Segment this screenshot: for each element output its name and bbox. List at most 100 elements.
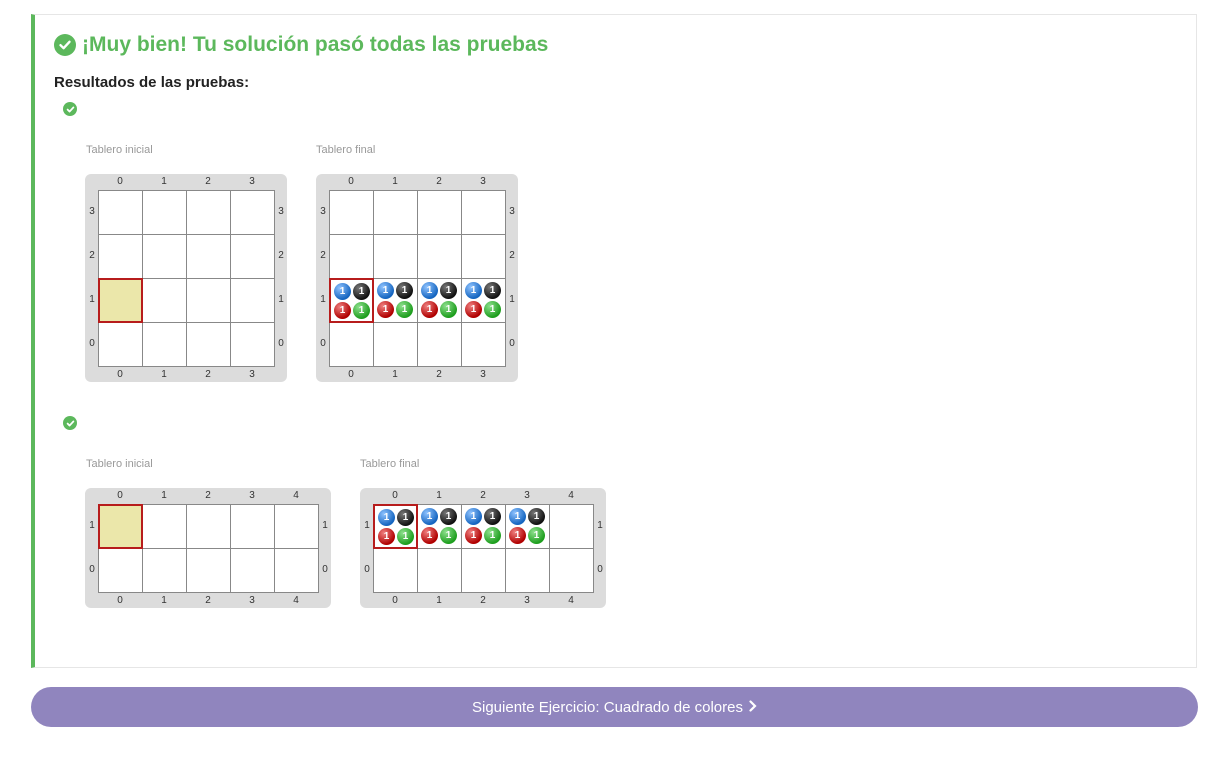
col-coordinate: 0 bbox=[392, 595, 398, 606]
board-cell bbox=[231, 191, 275, 235]
col-coordinate: 0 bbox=[117, 595, 123, 606]
board-cell bbox=[550, 505, 594, 549]
col-coordinate: 4 bbox=[293, 595, 299, 606]
col-coordinate: 0 bbox=[348, 369, 354, 380]
col-coordinate: 0 bbox=[117, 369, 123, 380]
red-ball: 1 bbox=[334, 302, 351, 319]
board-cell bbox=[418, 323, 462, 367]
green-ball: 1 bbox=[484, 301, 501, 318]
board-cell: 1111 bbox=[462, 279, 506, 323]
green-ball: 1 bbox=[440, 301, 457, 318]
row-coordinate: 0 bbox=[320, 338, 326, 349]
row-coordinate: 2 bbox=[320, 250, 326, 261]
check-circle-icon bbox=[54, 34, 76, 56]
board-cell bbox=[231, 549, 275, 593]
board-cell bbox=[143, 279, 187, 323]
row-coordinate: 3 bbox=[278, 206, 284, 217]
row-coordinate: 3 bbox=[509, 206, 515, 217]
black-ball: 1 bbox=[440, 282, 457, 299]
test-2-initial-board: 0 0 1 1 2 2 3 3 4 4 1 1 0 0 bbox=[85, 488, 331, 608]
board-cell bbox=[187, 549, 231, 593]
next-exercise-label: Siguiente Ejercicio: Cuadrado de colores bbox=[472, 698, 743, 716]
col-coordinate: 3 bbox=[480, 176, 486, 187]
board-cell bbox=[143, 235, 187, 279]
row-coordinate: 0 bbox=[278, 338, 284, 349]
red-ball: 1 bbox=[377, 301, 394, 318]
col-coordinate: 0 bbox=[348, 176, 354, 187]
board-cell bbox=[418, 235, 462, 279]
row-coordinate: 0 bbox=[322, 564, 328, 575]
test-2-initial-label: Tablero inicial bbox=[86, 458, 153, 470]
board-cell bbox=[231, 505, 275, 549]
blue-ball: 1 bbox=[334, 283, 351, 300]
board-cell bbox=[231, 323, 275, 367]
blue-ball: 1 bbox=[465, 508, 482, 525]
board-head-cell: 1111 bbox=[373, 504, 418, 549]
col-coordinate: 4 bbox=[568, 595, 574, 606]
test-1-final-label: Tablero final bbox=[316, 144, 376, 156]
green-ball: 1 bbox=[440, 527, 457, 544]
col-coordinate: 1 bbox=[161, 490, 167, 501]
board-cell bbox=[143, 549, 187, 593]
row-coordinate: 3 bbox=[89, 206, 95, 217]
col-coordinate: 0 bbox=[117, 490, 123, 501]
board-head-cell bbox=[98, 278, 143, 323]
col-coordinate: 3 bbox=[524, 490, 530, 501]
blue-ball: 1 bbox=[421, 508, 438, 525]
board-cell bbox=[330, 235, 374, 279]
col-coordinate: 2 bbox=[205, 490, 211, 501]
green-ball: 1 bbox=[396, 301, 413, 318]
col-coordinate: 2 bbox=[205, 176, 211, 187]
board-head-cell bbox=[98, 504, 143, 549]
results-subtitle: Resultados de las pruebas: bbox=[54, 74, 250, 91]
row-coordinate: 3 bbox=[320, 206, 326, 217]
board-grid bbox=[98, 190, 275, 367]
board-head-cell: 1111 bbox=[329, 278, 374, 323]
col-coordinate: 1 bbox=[161, 369, 167, 380]
blue-ball: 1 bbox=[421, 282, 438, 299]
row-coordinate: 0 bbox=[509, 338, 515, 349]
test-1-initial-label: Tablero inicial bbox=[86, 144, 153, 156]
row-coordinate: 1 bbox=[364, 520, 370, 531]
row-coordinate: 2 bbox=[89, 250, 95, 261]
green-ball: 1 bbox=[484, 527, 501, 544]
board-cell bbox=[231, 235, 275, 279]
board-cell bbox=[143, 505, 187, 549]
next-exercise-button[interactable]: Siguiente Ejercicio: Cuadrado de colores bbox=[31, 687, 1198, 727]
board-cell bbox=[187, 505, 231, 549]
red-ball: 1 bbox=[421, 527, 438, 544]
board-grid: 1111111111111111 bbox=[329, 190, 506, 367]
col-coordinate: 1 bbox=[161, 176, 167, 187]
board-cell bbox=[506, 549, 550, 593]
col-coordinate: 0 bbox=[117, 176, 123, 187]
row-coordinate: 1 bbox=[322, 520, 328, 531]
board-cell: 1111 bbox=[506, 505, 550, 549]
board-cell bbox=[374, 323, 418, 367]
test-1-pass-icon bbox=[63, 102, 77, 116]
col-coordinate: 3 bbox=[524, 595, 530, 606]
board-cell bbox=[187, 191, 231, 235]
row-coordinate: 2 bbox=[278, 250, 284, 261]
test-2-final-label: Tablero final bbox=[360, 458, 420, 470]
row-coordinate: 0 bbox=[89, 564, 95, 575]
board-cell bbox=[374, 549, 418, 593]
col-coordinate: 2 bbox=[480, 490, 486, 501]
col-coordinate: 3 bbox=[249, 176, 255, 187]
col-coordinate: 2 bbox=[480, 595, 486, 606]
row-coordinate: 0 bbox=[89, 338, 95, 349]
black-ball: 1 bbox=[397, 509, 414, 526]
chevron-right-icon bbox=[749, 699, 757, 716]
col-coordinate: 2 bbox=[436, 369, 442, 380]
black-ball: 1 bbox=[484, 282, 501, 299]
board-cell bbox=[550, 549, 594, 593]
col-coordinate: 2 bbox=[205, 595, 211, 606]
board-cell bbox=[330, 191, 374, 235]
board-grid: 1111111111111111 bbox=[373, 504, 594, 593]
row-coordinate: 2 bbox=[509, 250, 515, 261]
col-coordinate: 3 bbox=[249, 369, 255, 380]
board-cell bbox=[462, 323, 506, 367]
col-coordinate: 1 bbox=[436, 490, 442, 501]
col-coordinate: 1 bbox=[436, 595, 442, 606]
board-cell bbox=[462, 235, 506, 279]
board-cell bbox=[275, 505, 319, 549]
